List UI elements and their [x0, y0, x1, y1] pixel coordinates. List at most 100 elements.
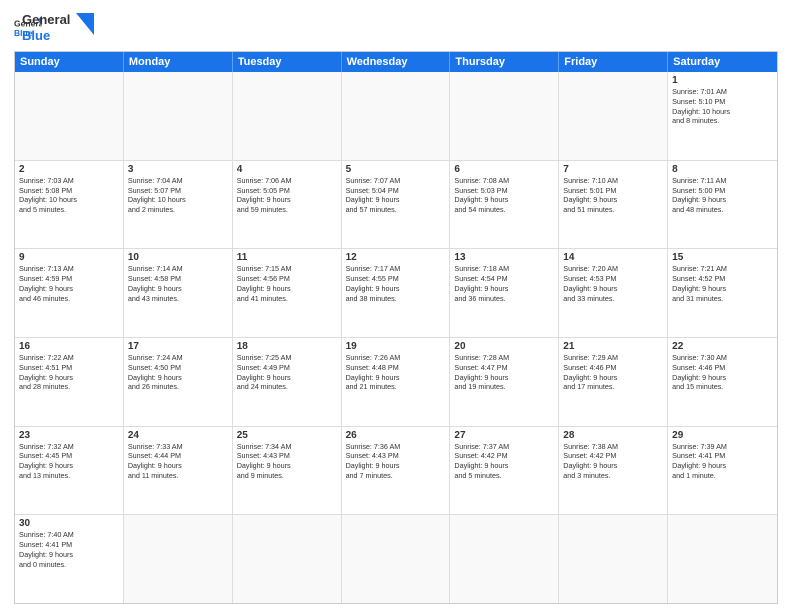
- day-number: 13: [454, 252, 554, 263]
- table-row: 30Sunrise: 7:40 AM Sunset: 4:41 PM Dayli…: [15, 515, 124, 603]
- table-row: 3Sunrise: 7:04 AM Sunset: 5:07 PM Daylig…: [124, 161, 233, 249]
- table-row: [450, 72, 559, 160]
- table-row: [668, 515, 777, 603]
- day-number: 20: [454, 341, 554, 352]
- weekday-tuesday: Tuesday: [233, 52, 342, 72]
- day-number: 26: [346, 430, 446, 441]
- table-row: 25Sunrise: 7:34 AM Sunset: 4:43 PM Dayli…: [233, 427, 342, 515]
- table-row: [124, 72, 233, 160]
- logo-blue: Blue: [22, 28, 70, 44]
- day-number: 7: [563, 164, 663, 175]
- table-row: 20Sunrise: 7:28 AM Sunset: 4:47 PM Dayli…: [450, 338, 559, 426]
- table-row: 26Sunrise: 7:36 AM Sunset: 4:43 PM Dayli…: [342, 427, 451, 515]
- day-number: 29: [672, 430, 773, 441]
- day-info: Sunrise: 7:36 AM Sunset: 4:43 PM Dayligh…: [346, 442, 446, 481]
- table-row: [124, 515, 233, 603]
- day-number: 14: [563, 252, 663, 263]
- page: General Blue General Blue Sunday Monday …: [0, 0, 792, 612]
- day-number: 21: [563, 341, 663, 352]
- day-info: Sunrise: 7:34 AM Sunset: 4:43 PM Dayligh…: [237, 442, 337, 481]
- table-row: 2Sunrise: 7:03 AM Sunset: 5:08 PM Daylig…: [15, 161, 124, 249]
- weekday-saturday: Saturday: [668, 52, 777, 72]
- day-info: Sunrise: 7:17 AM Sunset: 4:55 PM Dayligh…: [346, 264, 446, 303]
- day-info: Sunrise: 7:22 AM Sunset: 4:51 PM Dayligh…: [19, 353, 119, 392]
- day-info: Sunrise: 7:15 AM Sunset: 4:56 PM Dayligh…: [237, 264, 337, 303]
- table-row: 29Sunrise: 7:39 AM Sunset: 4:41 PM Dayli…: [668, 427, 777, 515]
- calendar-body: 1Sunrise: 7:01 AM Sunset: 5:10 PM Daylig…: [15, 72, 777, 603]
- day-number: 1: [672, 75, 773, 86]
- day-number: 27: [454, 430, 554, 441]
- table-row: 14Sunrise: 7:20 AM Sunset: 4:53 PM Dayli…: [559, 249, 668, 337]
- table-row: [342, 72, 451, 160]
- day-info: Sunrise: 7:01 AM Sunset: 5:10 PM Dayligh…: [672, 87, 773, 126]
- table-row: [450, 515, 559, 603]
- day-info: Sunrise: 7:25 AM Sunset: 4:49 PM Dayligh…: [237, 353, 337, 392]
- day-number: 22: [672, 341, 773, 352]
- day-info: Sunrise: 7:14 AM Sunset: 4:58 PM Dayligh…: [128, 264, 228, 303]
- day-info: Sunrise: 7:07 AM Sunset: 5:04 PM Dayligh…: [346, 176, 446, 215]
- table-row: 12Sunrise: 7:17 AM Sunset: 4:55 PM Dayli…: [342, 249, 451, 337]
- day-info: Sunrise: 7:06 AM Sunset: 5:05 PM Dayligh…: [237, 176, 337, 215]
- day-info: Sunrise: 7:10 AM Sunset: 5:01 PM Dayligh…: [563, 176, 663, 215]
- calendar-row-4: 23Sunrise: 7:32 AM Sunset: 4:45 PM Dayli…: [15, 426, 777, 515]
- table-row: [342, 515, 451, 603]
- day-info: Sunrise: 7:28 AM Sunset: 4:47 PM Dayligh…: [454, 353, 554, 392]
- day-number: 28: [563, 430, 663, 441]
- table-row: 28Sunrise: 7:38 AM Sunset: 4:42 PM Dayli…: [559, 427, 668, 515]
- table-row: 15Sunrise: 7:21 AM Sunset: 4:52 PM Dayli…: [668, 249, 777, 337]
- day-info: Sunrise: 7:33 AM Sunset: 4:44 PM Dayligh…: [128, 442, 228, 481]
- day-info: Sunrise: 7:11 AM Sunset: 5:00 PM Dayligh…: [672, 176, 773, 215]
- day-info: Sunrise: 7:24 AM Sunset: 4:50 PM Dayligh…: [128, 353, 228, 392]
- day-info: Sunrise: 7:04 AM Sunset: 5:07 PM Dayligh…: [128, 176, 228, 215]
- table-row: [15, 72, 124, 160]
- day-info: Sunrise: 7:40 AM Sunset: 4:41 PM Dayligh…: [19, 530, 119, 569]
- day-info: Sunrise: 7:32 AM Sunset: 4:45 PM Dayligh…: [19, 442, 119, 481]
- day-info: Sunrise: 7:18 AM Sunset: 4:54 PM Dayligh…: [454, 264, 554, 303]
- weekday-friday: Friday: [559, 52, 668, 72]
- table-row: 5Sunrise: 7:07 AM Sunset: 5:04 PM Daylig…: [342, 161, 451, 249]
- weekday-sunday: Sunday: [15, 52, 124, 72]
- day-info: Sunrise: 7:29 AM Sunset: 4:46 PM Dayligh…: [563, 353, 663, 392]
- calendar-row-1: 2Sunrise: 7:03 AM Sunset: 5:08 PM Daylig…: [15, 160, 777, 249]
- day-number: 2: [19, 164, 119, 175]
- day-number: 3: [128, 164, 228, 175]
- weekday-wednesday: Wednesday: [342, 52, 451, 72]
- day-number: 24: [128, 430, 228, 441]
- day-info: Sunrise: 7:26 AM Sunset: 4:48 PM Dayligh…: [346, 353, 446, 392]
- table-row: 18Sunrise: 7:25 AM Sunset: 4:49 PM Dayli…: [233, 338, 342, 426]
- weekday-thursday: Thursday: [450, 52, 559, 72]
- calendar-header: Sunday Monday Tuesday Wednesday Thursday…: [15, 52, 777, 72]
- table-row: 7Sunrise: 7:10 AM Sunset: 5:01 PM Daylig…: [559, 161, 668, 249]
- table-row: 17Sunrise: 7:24 AM Sunset: 4:50 PM Dayli…: [124, 338, 233, 426]
- weekday-monday: Monday: [124, 52, 233, 72]
- calendar-row-0: 1Sunrise: 7:01 AM Sunset: 5:10 PM Daylig…: [15, 72, 777, 160]
- day-info: Sunrise: 7:30 AM Sunset: 4:46 PM Dayligh…: [672, 353, 773, 392]
- table-row: [559, 72, 668, 160]
- day-info: Sunrise: 7:39 AM Sunset: 4:41 PM Dayligh…: [672, 442, 773, 481]
- day-number: 19: [346, 341, 446, 352]
- day-number: 15: [672, 252, 773, 263]
- day-info: Sunrise: 7:20 AM Sunset: 4:53 PM Dayligh…: [563, 264, 663, 303]
- table-row: 16Sunrise: 7:22 AM Sunset: 4:51 PM Dayli…: [15, 338, 124, 426]
- table-row: 4Sunrise: 7:06 AM Sunset: 5:05 PM Daylig…: [233, 161, 342, 249]
- day-number: 18: [237, 341, 337, 352]
- day-number: 17: [128, 341, 228, 352]
- table-row: [233, 515, 342, 603]
- table-row: 10Sunrise: 7:14 AM Sunset: 4:58 PM Dayli…: [124, 249, 233, 337]
- day-number: 9: [19, 252, 119, 263]
- table-row: 22Sunrise: 7:30 AM Sunset: 4:46 PM Dayli…: [668, 338, 777, 426]
- table-row: 8Sunrise: 7:11 AM Sunset: 5:00 PM Daylig…: [668, 161, 777, 249]
- table-row: [233, 72, 342, 160]
- table-row: 23Sunrise: 7:32 AM Sunset: 4:45 PM Dayli…: [15, 427, 124, 515]
- day-number: 30: [19, 518, 119, 529]
- day-info: Sunrise: 7:03 AM Sunset: 5:08 PM Dayligh…: [19, 176, 119, 215]
- day-info: Sunrise: 7:13 AM Sunset: 4:59 PM Dayligh…: [19, 264, 119, 303]
- table-row: 11Sunrise: 7:15 AM Sunset: 4:56 PM Dayli…: [233, 249, 342, 337]
- logo-triangle-icon: [76, 13, 94, 35]
- calendar-row-3: 16Sunrise: 7:22 AM Sunset: 4:51 PM Dayli…: [15, 337, 777, 426]
- logo-general: General: [22, 12, 70, 28]
- table-row: 19Sunrise: 7:26 AM Sunset: 4:48 PM Dayli…: [342, 338, 451, 426]
- table-row: 21Sunrise: 7:29 AM Sunset: 4:46 PM Dayli…: [559, 338, 668, 426]
- day-number: 12: [346, 252, 446, 263]
- table-row: 27Sunrise: 7:37 AM Sunset: 4:42 PM Dayli…: [450, 427, 559, 515]
